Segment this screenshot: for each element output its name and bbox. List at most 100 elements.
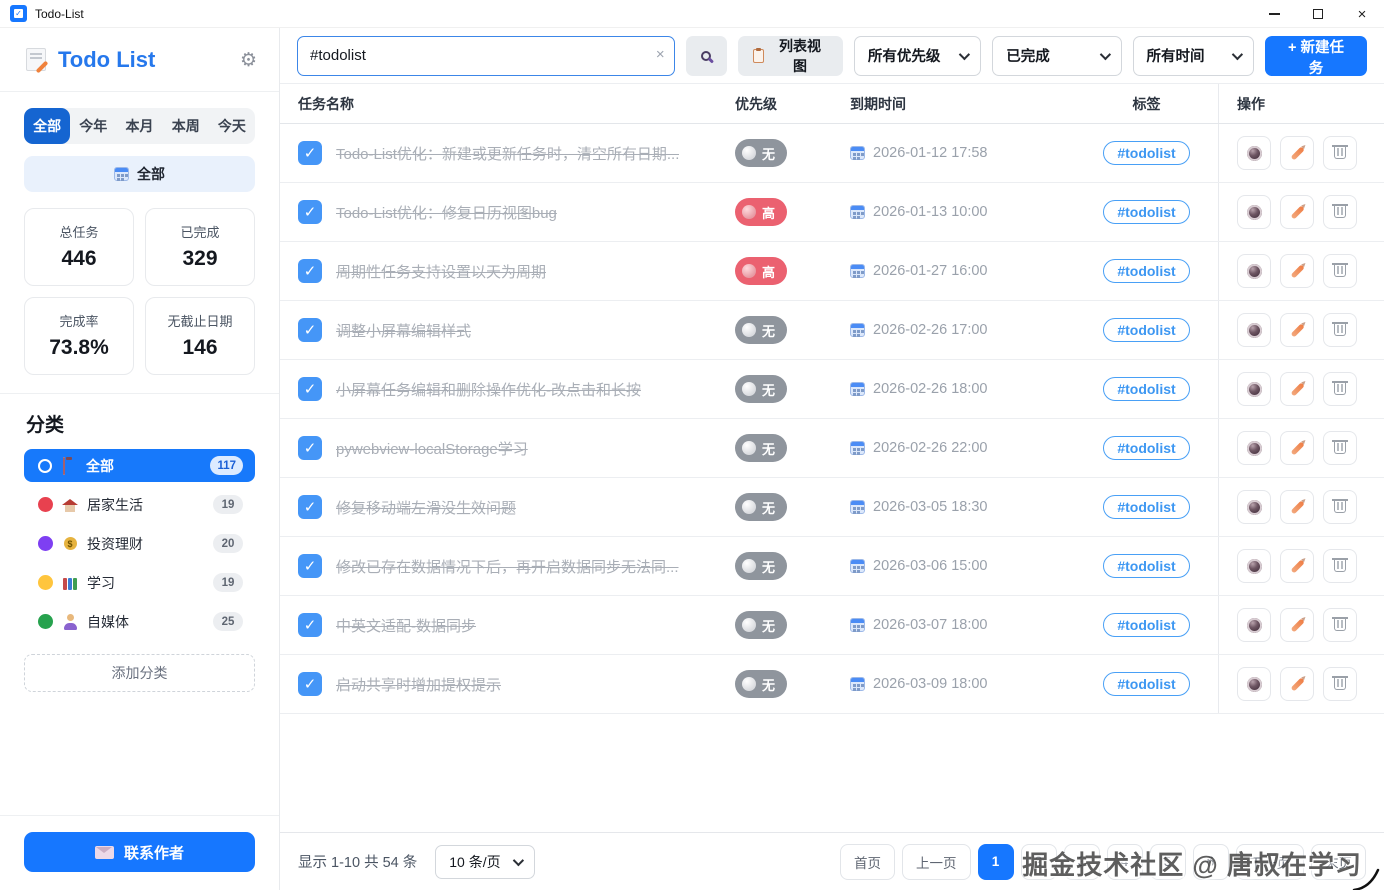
task-checkbox[interactable]: ✓ bbox=[298, 259, 322, 283]
view-button[interactable] bbox=[1237, 136, 1271, 170]
task-tag[interactable]: #todolist bbox=[1103, 672, 1189, 696]
category-self-media[interactable]: 自媒体 25 bbox=[24, 605, 255, 638]
new-task-button[interactable]: + 新建任务 bbox=[1265, 36, 1367, 76]
view-button[interactable] bbox=[1237, 313, 1271, 347]
contact-author-button[interactable]: 联系作者 bbox=[24, 832, 255, 872]
view-button[interactable] bbox=[1237, 195, 1271, 229]
task-title: Todo-List优化：修复日历视图bug bbox=[336, 202, 557, 223]
tab-all[interactable]: 全部 bbox=[24, 108, 70, 144]
delete-button[interactable] bbox=[1323, 667, 1357, 701]
clear-search-icon[interactable]: × bbox=[656, 46, 665, 63]
priority-filter-select[interactable]: 所有优先级 bbox=[854, 36, 981, 76]
delete-button[interactable] bbox=[1323, 431, 1357, 465]
edit-button[interactable] bbox=[1280, 608, 1314, 642]
delete-button[interactable] bbox=[1323, 136, 1357, 170]
pencil-icon bbox=[1290, 323, 1304, 337]
task-checkbox[interactable]: ✓ bbox=[298, 141, 322, 165]
close-icon: × bbox=[1358, 7, 1367, 22]
maximize-button[interactable] bbox=[1296, 0, 1340, 28]
task-checkbox[interactable]: ✓ bbox=[298, 377, 322, 401]
page-button-5[interactable]: 5 bbox=[1150, 844, 1186, 880]
tab-this-year[interactable]: 今年 bbox=[70, 108, 116, 144]
eye-icon bbox=[1247, 264, 1262, 279]
status-filter-select[interactable]: 已完成 bbox=[992, 36, 1121, 76]
category-home-life[interactable]: 居家生活 19 bbox=[24, 488, 255, 521]
task-checkbox[interactable]: ✓ bbox=[298, 554, 322, 578]
task-tag[interactable]: #todolist bbox=[1103, 495, 1189, 519]
view-button[interactable] bbox=[1237, 431, 1271, 465]
minimize-button[interactable] bbox=[1252, 0, 1296, 28]
category-study[interactable]: 学习 19 bbox=[24, 566, 255, 599]
task-table: ✓ Todo-List优化：新建或更新任务时，清空所有日期... 无 2026-… bbox=[280, 124, 1384, 832]
tab-today[interactable]: 今天 bbox=[209, 108, 255, 144]
task-tag[interactable]: #todolist bbox=[1103, 259, 1189, 283]
search-input[interactable] bbox=[297, 36, 675, 76]
task-checkbox[interactable]: ✓ bbox=[298, 672, 322, 696]
add-category-button[interactable]: 添加分类 bbox=[24, 654, 255, 692]
task-checkbox[interactable]: ✓ bbox=[298, 613, 322, 637]
stat-total-tasks: 总任务 446 bbox=[24, 208, 134, 286]
category-investment[interactable]: $ 投资理财 20 bbox=[24, 527, 255, 560]
edit-button[interactable] bbox=[1280, 431, 1314, 465]
view-button[interactable] bbox=[1237, 549, 1271, 583]
page-button-4[interactable]: 4 bbox=[1107, 844, 1143, 880]
next-page-button[interactable]: 下一页 bbox=[1236, 844, 1305, 880]
time-filter-select[interactable]: 所有时间 bbox=[1133, 36, 1254, 76]
edit-button[interactable] bbox=[1280, 490, 1314, 524]
edit-button[interactable] bbox=[1280, 313, 1314, 347]
search-button[interactable] bbox=[686, 36, 728, 76]
page-button-3[interactable]: 3 bbox=[1064, 844, 1100, 880]
edit-button[interactable] bbox=[1280, 136, 1314, 170]
edit-button[interactable] bbox=[1280, 195, 1314, 229]
view-button[interactable] bbox=[1237, 608, 1271, 642]
check-icon: ✓ bbox=[304, 380, 317, 398]
task-checkbox[interactable]: ✓ bbox=[298, 436, 322, 460]
stat-completed: 已完成 329 bbox=[145, 208, 255, 286]
edit-button[interactable] bbox=[1280, 667, 1314, 701]
task-checkbox[interactable]: ✓ bbox=[298, 200, 322, 224]
task-checkbox[interactable]: ✓ bbox=[298, 318, 322, 342]
task-checkbox[interactable]: ✓ bbox=[298, 495, 322, 519]
first-page-button[interactable]: 首页 bbox=[840, 844, 895, 880]
view-button[interactable] bbox=[1237, 490, 1271, 524]
delete-button[interactable] bbox=[1323, 195, 1357, 229]
last-page-button[interactable]: 末页 bbox=[1311, 844, 1366, 880]
task-tag[interactable]: #todolist bbox=[1103, 554, 1189, 578]
task-tag[interactable]: #todolist bbox=[1103, 200, 1189, 224]
pencil-icon bbox=[1290, 677, 1304, 691]
view-button[interactable] bbox=[1237, 372, 1271, 406]
page-button-2[interactable]: 2 bbox=[1021, 844, 1057, 880]
mail-icon bbox=[95, 846, 114, 859]
calendar-icon bbox=[850, 677, 865, 691]
edit-button[interactable] bbox=[1280, 254, 1314, 288]
prev-page-button[interactable]: 上一页 bbox=[902, 844, 971, 880]
task-tag[interactable]: #todolist bbox=[1103, 318, 1189, 342]
edit-button[interactable] bbox=[1280, 372, 1314, 406]
task-tag[interactable]: #todolist bbox=[1103, 436, 1189, 460]
calendar-filter-button[interactable]: 全部 bbox=[24, 156, 255, 192]
tab-this-week[interactable]: 本周 bbox=[163, 108, 209, 144]
table-header: 任务名称 优先级 到期时间 标签 操作 bbox=[280, 83, 1384, 124]
delete-button[interactable] bbox=[1323, 313, 1357, 347]
table-row: ✓ 小屏幕任务编辑和删除操作优化-改点击和长按 无 2026-02-26 18:… bbox=[280, 360, 1384, 419]
page-button-1[interactable]: 1 bbox=[978, 844, 1014, 880]
delete-button[interactable] bbox=[1323, 608, 1357, 642]
view-button[interactable] bbox=[1237, 667, 1271, 701]
delete-button[interactable] bbox=[1323, 254, 1357, 288]
category-all[interactable]: 全部 117 bbox=[24, 449, 255, 482]
gear-icon[interactable]: ⚙ bbox=[240, 49, 257, 71]
task-tag[interactable]: #todolist bbox=[1103, 613, 1189, 637]
page-button-6[interactable]: 6 bbox=[1193, 844, 1229, 880]
task-tag[interactable]: #todolist bbox=[1103, 141, 1189, 165]
delete-button[interactable] bbox=[1323, 549, 1357, 583]
close-button[interactable]: × bbox=[1340, 0, 1384, 28]
delete-button[interactable] bbox=[1323, 372, 1357, 406]
priority-badge: 无 bbox=[735, 611, 787, 639]
list-view-button[interactable]: 列表视图 bbox=[738, 36, 843, 76]
delete-button[interactable] bbox=[1323, 490, 1357, 524]
view-button[interactable] bbox=[1237, 254, 1271, 288]
task-tag[interactable]: #todolist bbox=[1103, 377, 1189, 401]
page-size-select[interactable]: 10 条/页 bbox=[435, 845, 535, 879]
tab-this-month[interactable]: 本月 bbox=[116, 108, 162, 144]
edit-button[interactable] bbox=[1280, 549, 1314, 583]
